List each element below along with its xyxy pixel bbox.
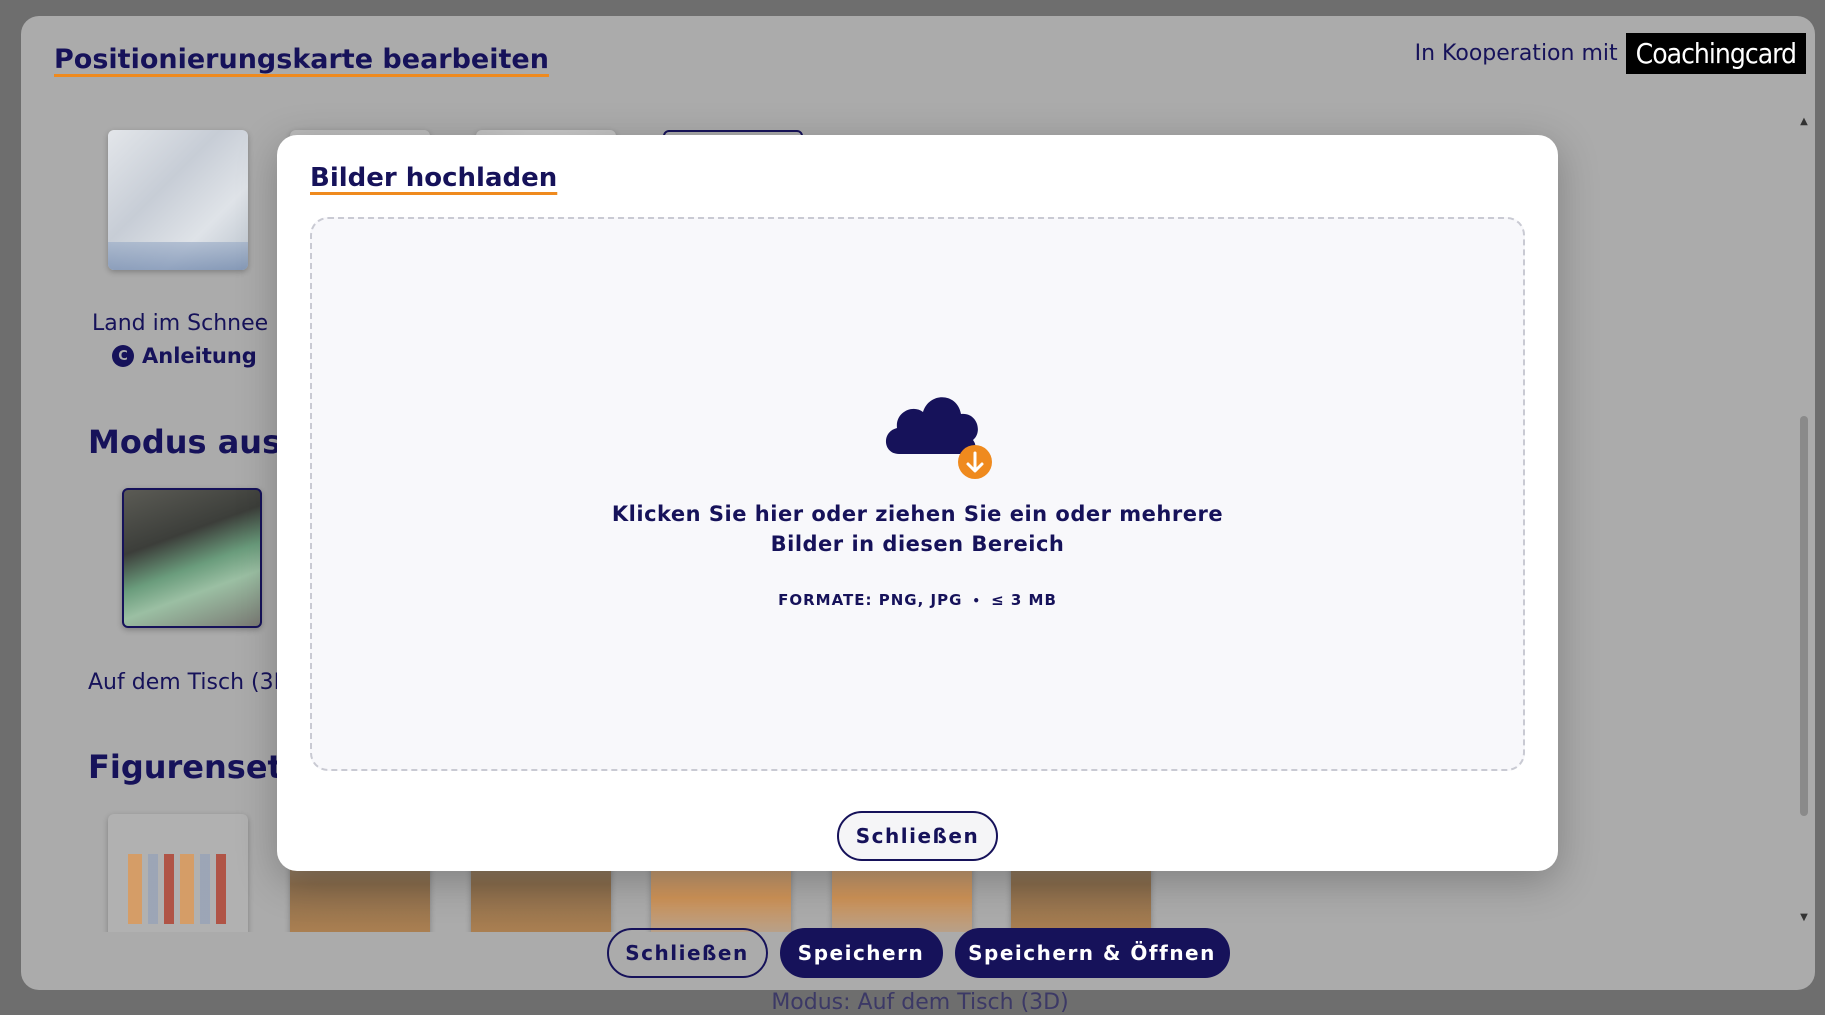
scrollbar-thumb[interactable] (1800, 416, 1808, 816)
size-limit-label: ≤ 3 MB (991, 591, 1057, 609)
save-and-open-button[interactable]: Speichern & Öffnen (954, 928, 1230, 978)
mode-thumbnail-3d-table[interactable] (122, 488, 262, 628)
dropzone-instruction: Klicken Sie hier oder ziehen Sie ein ode… (312, 499, 1523, 559)
scroll-up-arrow-icon[interactable]: ▲ (1797, 116, 1811, 130)
mode-card-label: Auf dem Tisch (3D (88, 670, 291, 695)
cooperation-label: In Kooperation mit (1414, 41, 1618, 66)
cooperation-badge: In Kooperation mit Coachingcard (1415, 33, 1806, 74)
dropzone-instruction-line1: Klicken Sie hier oder ziehen Sie ein ode… (611, 502, 1224, 526)
dropzone-instruction-line2: Bilder in diesen Bereich (770, 532, 1065, 556)
figures-section-heading: Figurenset (88, 748, 283, 786)
formats-label: FORMATE: PNG, JPG (778, 591, 963, 609)
image-dropzone[interactable]: Klicken Sie hier oder ziehen Sie ein ode… (310, 217, 1525, 771)
map-thumbnail-land-im-schnee[interactable] (108, 130, 248, 270)
modal-title: Bilder hochladen (310, 163, 558, 193)
editor-action-bar: Schließen Speichern Speichern & Öffnen (21, 928, 1815, 978)
editor-title: Positionierungskarte bearbeiten (54, 44, 549, 75)
cloud-upload-icon (885, 397, 992, 479)
background-footer-text: Modus: Auf dem Tisch (3D) (771, 990, 1069, 1015)
editor-close-button[interactable]: Schließen (606, 928, 768, 978)
instructions-link[interactable]: C Anleitung (112, 344, 257, 368)
dropzone-formats: FORMATE: PNG, JPG • ≤ 3 MB (312, 591, 1523, 609)
separator-dot-icon: • (972, 594, 982, 608)
c-circle-icon: C (112, 345, 134, 367)
figure-set-thumbnail-1[interactable] (108, 814, 248, 932)
instructions-link-label: Anleitung (142, 344, 257, 368)
modal-close-button[interactable]: Schließen (837, 811, 998, 861)
upload-images-modal: Bilder hochladen Klicken Sie hier oder z… (277, 135, 1558, 871)
map-card-label: Land im Schnee (92, 311, 269, 336)
coachingcard-logo[interactable]: Coachingcard (1625, 33, 1806, 74)
editor-scrollbar[interactable]: ▲ ▼ (1797, 116, 1811, 926)
scroll-down-arrow-icon[interactable]: ▼ (1797, 912, 1811, 926)
save-button[interactable]: Speichern (779, 928, 943, 978)
